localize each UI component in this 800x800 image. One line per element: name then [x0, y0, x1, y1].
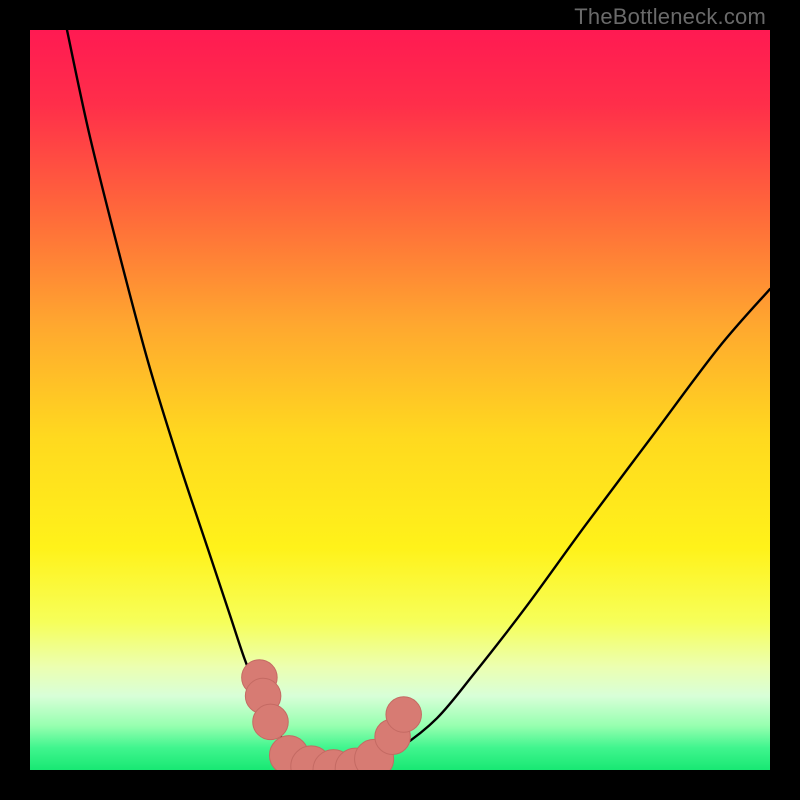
bottleneck-curve	[67, 30, 770, 770]
watermark-text: TheBottleneck.com	[574, 4, 766, 30]
data-marker	[253, 704, 289, 740]
plot-area	[30, 30, 770, 770]
curve-layer	[30, 30, 770, 770]
data-marker	[386, 697, 422, 733]
data-markers	[242, 660, 422, 770]
chart-frame: TheBottleneck.com	[0, 0, 800, 800]
